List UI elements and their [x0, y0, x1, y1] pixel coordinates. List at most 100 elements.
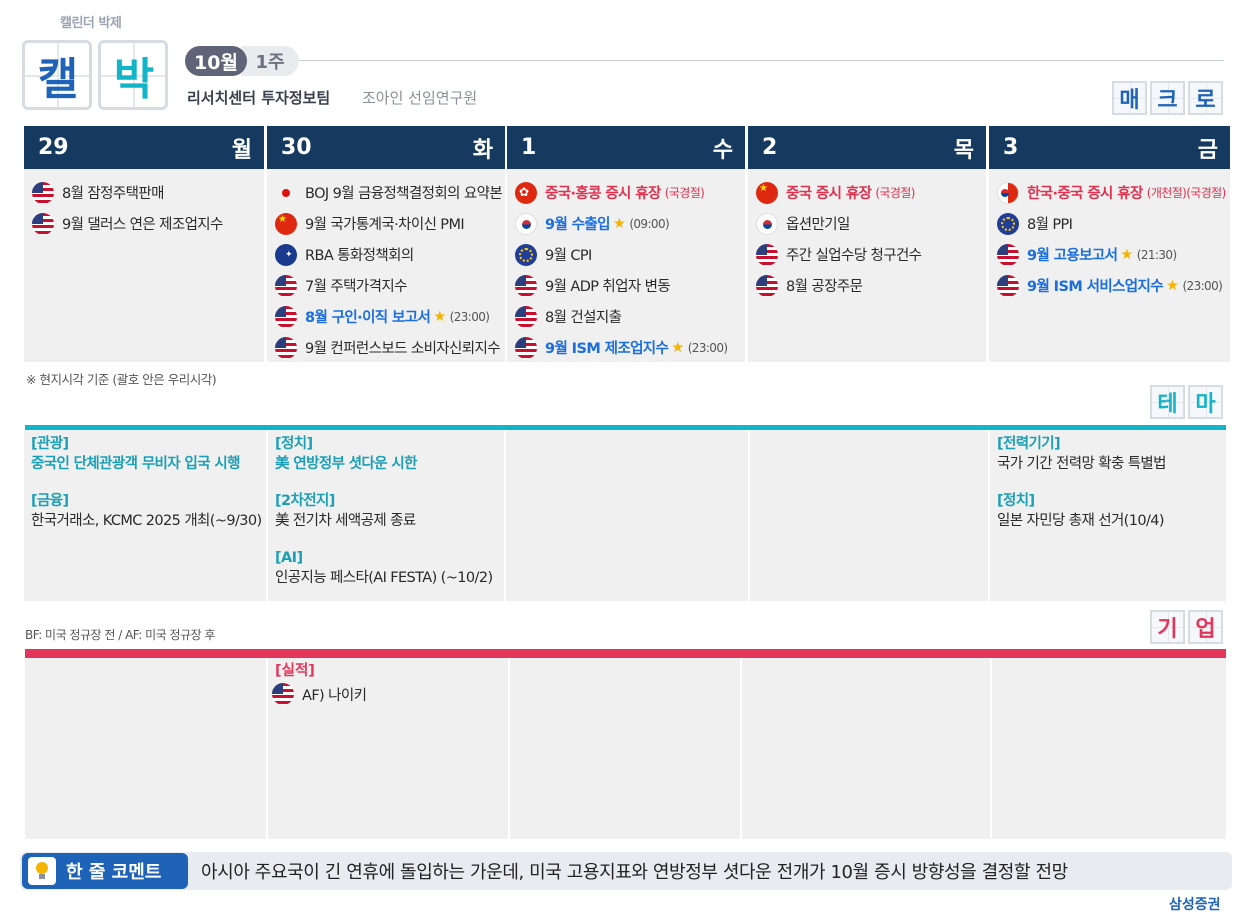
day-header-2: 1수: [507, 126, 745, 169]
macro-tile-2: 크: [1150, 81, 1185, 115]
comment-label-tag: 한 줄 코멘트: [22, 853, 188, 889]
event-item: 9월 국가통계국·차이신 PMI: [267, 208, 505, 239]
event-time: (09:00): [629, 216, 670, 231]
logo-tile-1: 캘: [22, 40, 92, 110]
day-of-week: 목: [953, 137, 974, 163]
event-text: RBA 통화정책회의: [305, 248, 414, 264]
corp-column-1: [실적] AF) 나이키: [268, 658, 508, 839]
event-text: 9월 고용보고서: [1027, 248, 1118, 264]
day-of-week: 화: [472, 137, 493, 163]
flag-us-icon: [997, 274, 1019, 297]
event-item: 9월 고용보고서 ★ (21:30): [989, 239, 1230, 270]
theme-tag: [2차전지]: [275, 493, 335, 509]
lightbulb-icon: [28, 857, 56, 885]
event-text: 9월 ADP 취업자 변동: [545, 279, 671, 295]
event-item: 9월 ADP 취업자 변동: [507, 270, 745, 301]
flag-us-icon: [515, 336, 537, 359]
event-item: 8월 공장주문: [748, 270, 986, 301]
event-text: 8월 구인·이직 보고서: [305, 310, 431, 326]
event-text: 9월 ISM 서비스업지수: [1027, 279, 1164, 295]
macro-tile-3: 로: [1188, 81, 1223, 115]
day-header-0: 29 월: [24, 126, 264, 169]
logo-char-2: 박: [113, 54, 154, 105]
event-item: 중국 증시 휴장(국경절): [748, 177, 986, 208]
day-header-1: 30 화: [267, 126, 505, 169]
event-text: 9월 수출입: [545, 217, 611, 233]
flag-hk-icon: [515, 181, 537, 204]
theme-section-label: 테 마: [1150, 385, 1223, 419]
event-text: 8월 잠정주택판매: [62, 186, 164, 202]
corp-column-0: [25, 658, 266, 839]
day-header-4: 3금: [989, 126, 1230, 169]
event-time: (23:00): [687, 340, 728, 355]
team-name: 리서치센터 투자정보팀: [187, 89, 331, 107]
header-divider: [299, 60, 1224, 61]
brand-small-label: 캘린더 박제: [60, 16, 122, 31]
event-text: 9월 국가통계국·차이신 PMI: [305, 217, 465, 233]
event-item: 8월 구인·이직 보고서 ★ (23:00): [267, 301, 505, 332]
theme-text: 국가 기간 전력망 확충 특별법: [997, 456, 1167, 472]
star-icon: ★: [1120, 246, 1133, 263]
corp-accent-bar: [25, 649, 1226, 658]
day-number: 2: [762, 135, 778, 160]
theme-text: 인공지능 페스타(AI FESTA) (~10/2): [275, 570, 493, 586]
event-text: 한국·중국 증시 휴장: [1027, 186, 1143, 202]
flag-kr-icon: [756, 212, 778, 235]
flag-us-icon: [756, 274, 778, 297]
event-note: (개천절)(국경절): [1146, 186, 1227, 200]
event-time: (23:00): [1182, 278, 1223, 293]
comment-text: 아시아 주요국이 긴 연휴에 돌입하는 가운데, 미국 고용지표와 연방정부 셧…: [201, 862, 1068, 883]
logo-char-1: 캘: [37, 54, 78, 105]
theme-column-2: [506, 430, 748, 601]
flag-us-icon: [515, 274, 537, 297]
theme-text: 美 전기차 세액공제 종료: [275, 513, 416, 529]
event-time: (21:30): [1136, 247, 1177, 262]
corp-text: AF) 나이키: [302, 687, 367, 704]
day-number: 29: [38, 135, 69, 160]
time-note: ※ 현지시각 기준 (괄호 안은 우리시각): [26, 372, 217, 387]
flag-us-icon: [997, 243, 1019, 266]
event-text: 9월 컨퍼런스보드 소비자신뢰지수: [305, 341, 501, 357]
theme-text: 중국인 단체관광객 무비자 입국 시행: [31, 456, 241, 472]
macro-section-label: 매 크 로: [1112, 81, 1223, 115]
day-number: 1: [521, 135, 537, 160]
event-item: 8월 PPI: [989, 208, 1230, 239]
day-of-week: 월: [231, 137, 252, 163]
corp-tile-1: 기: [1150, 610, 1185, 644]
theme-tag: [AI]: [275, 550, 303, 566]
flag-cn-icon: [756, 181, 778, 204]
event-text: 7월 주택가격지수: [305, 279, 407, 295]
flag-us-icon: [756, 243, 778, 266]
theme-column-0: [관광] 중국인 단체관광객 무비자 입국 시행 [금융] 한국거래소, KCMC 2…: [24, 430, 266, 601]
theme-text: 한국거래소, KCMC 2025 개최(~9/30): [31, 513, 262, 529]
day-of-week: 금: [1197, 137, 1218, 163]
star-icon: ★: [433, 308, 446, 325]
event-text: 9월 ISM 제조업지수: [545, 341, 669, 357]
event-text: BOJ 9월 금융정책결정회의 요약본: [305, 186, 503, 202]
macro-tile-1: 매: [1112, 81, 1147, 115]
event-text: 옵션만기일: [786, 217, 850, 233]
event-note: (국경절): [875, 186, 915, 200]
star-icon: ★: [1166, 277, 1179, 294]
theme-tag: [정치]: [275, 436, 313, 452]
event-item: RBA 통화정책회의: [267, 239, 505, 270]
theme-tag: [정치]: [997, 493, 1035, 509]
comment-label: 한 줄 코멘트: [66, 862, 162, 883]
event-text: 8월 건설지출: [545, 310, 622, 326]
day-number: 30: [281, 135, 312, 160]
theme-tag: [관광]: [31, 436, 69, 452]
week-pill: 1주: [241, 46, 299, 76]
flag-us-icon: [275, 305, 297, 328]
flag-kr-icon: [515, 212, 537, 235]
event-time: (23:00): [449, 309, 490, 324]
corp-item: AF) 나이키: [271, 681, 508, 707]
flag-us-icon: [515, 305, 537, 328]
flag-us-icon: [275, 336, 297, 359]
day-column-2: 중국·홍콩 증시 휴장(국경절)9월 수출입★(09:00)9월 CPI9월 A…: [507, 169, 745, 362]
theme-tag: [전력기기]: [997, 436, 1061, 452]
corp-column-3: [742, 658, 990, 839]
flag-eu-icon: [515, 243, 537, 266]
event-item: 9월 컨퍼런스보드 소비자신뢰지수: [267, 332, 505, 363]
theme-column-3: [750, 430, 988, 601]
theme-text: 일본 자민당 총재 선거(10/4): [997, 513, 1165, 529]
